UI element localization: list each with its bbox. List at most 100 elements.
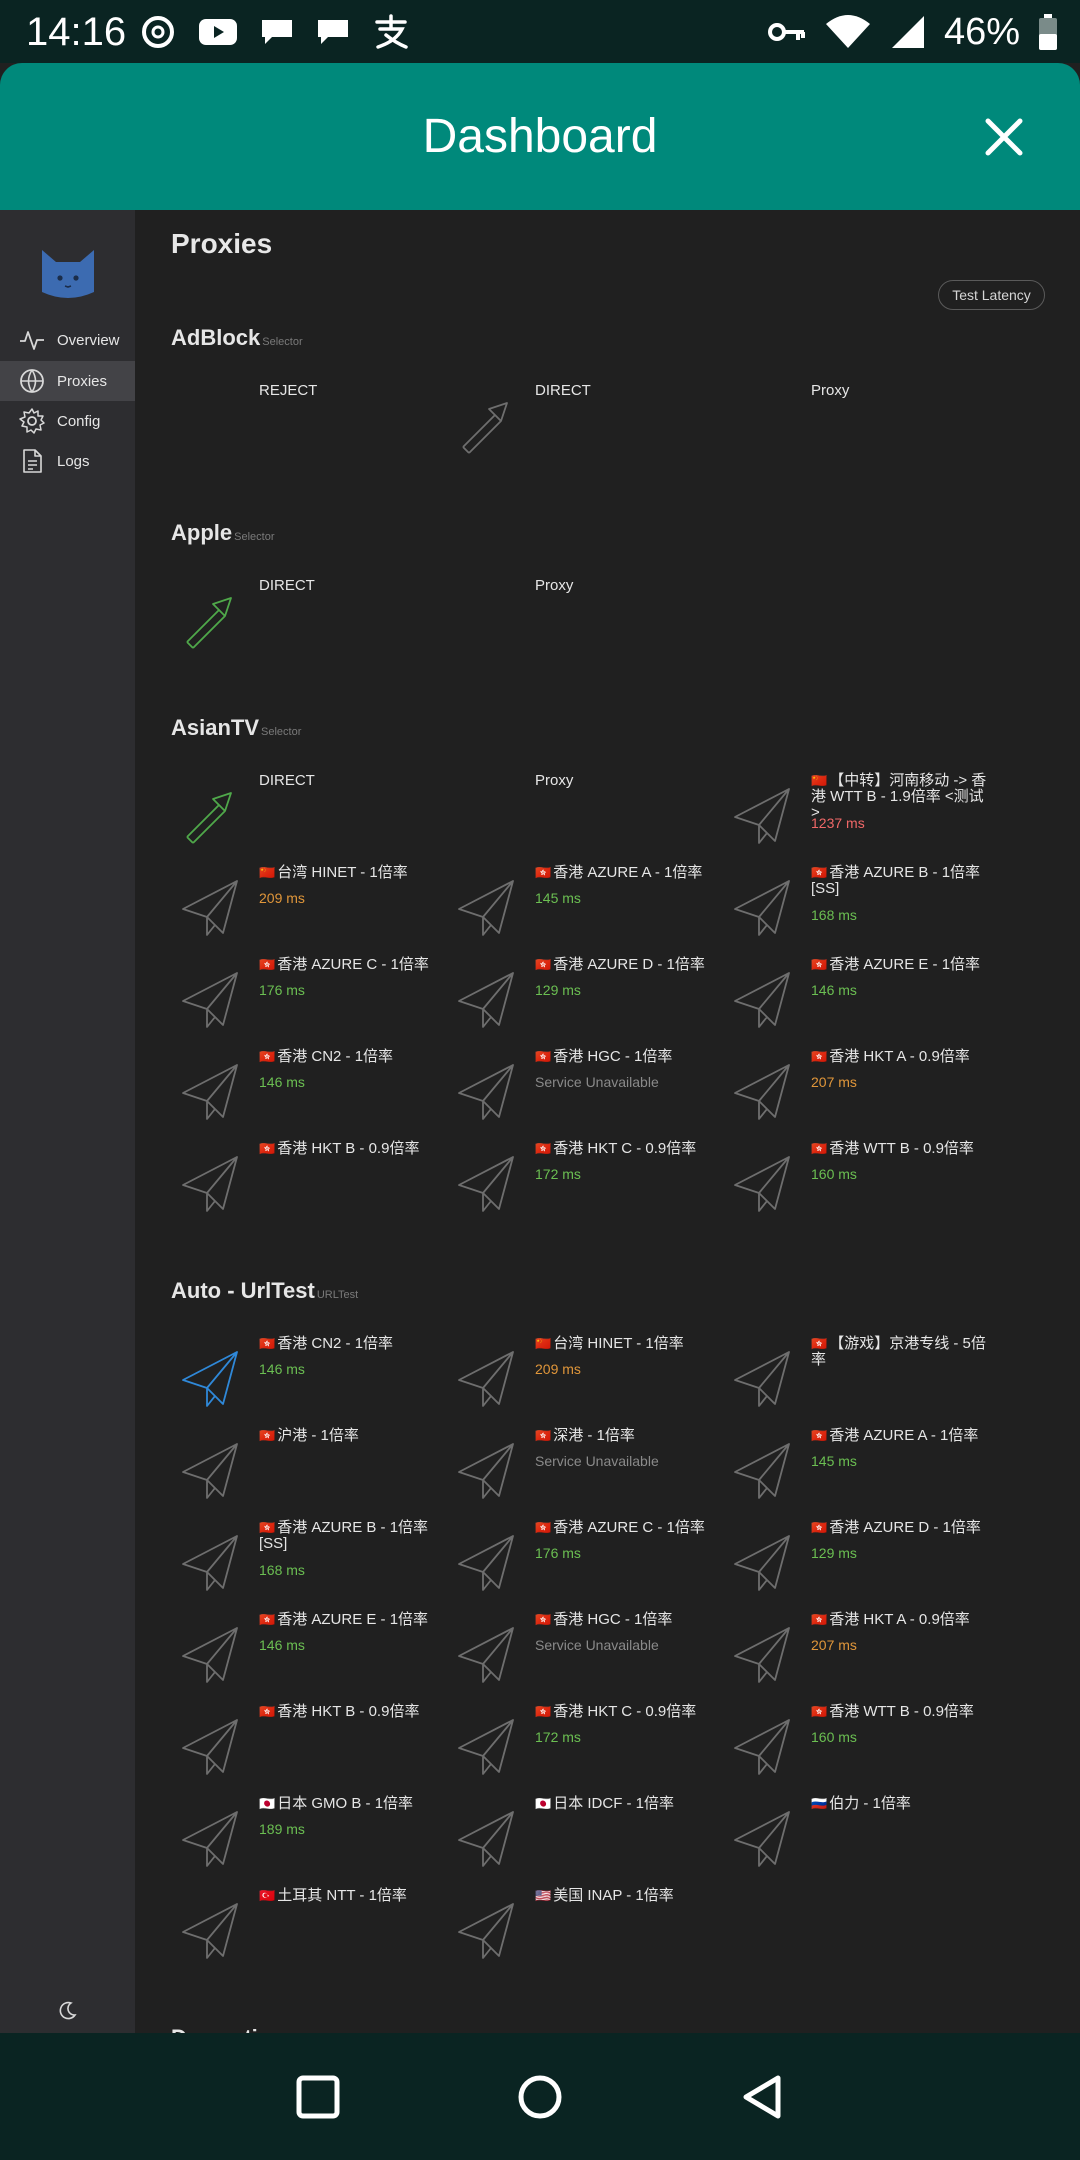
proxy-name: 🇭🇰 香港 AZURE C - 1倍率 [535,1520,715,1536]
proxy-name-text: 香港 AZURE D - 1倍率 [829,1519,981,1536]
proxy-card[interactable]: DIRECT [171,578,446,658]
proxy-card[interactable]: 🇭🇰 香港 AZURE B - 1倍率 [SS] 168 ms [723,865,998,945]
close-icon[interactable] [980,113,1028,161]
paper-plane-icon [182,1719,238,1775]
proxy-name-text: 香港 CN2 - 1倍率 [277,1335,394,1352]
flag-icon: 🇹🇷 [259,1888,276,1903]
proxy-card[interactable]: 🇭🇰 香港 AZURE A - 1倍率 145 ms [447,865,722,945]
proxy-card[interactable]: 🇭🇰 香港 HKT A - 0.9倍率 207 ms [723,1612,998,1692]
proxy-card[interactable]: 🇭🇰 香港 HKT B - 0.9倍率 [171,1141,446,1221]
group-title: Apple Selector [171,520,274,546]
paper-plane-icon [734,1443,790,1499]
group-name: AsianTV [171,715,260,740]
direct-arrow-icon [186,792,232,844]
proxy-card[interactable]: DIRECT [171,773,446,853]
proxy-delay: 209 ms [259,890,305,906]
proxy-card[interactable]: REJECT [171,383,446,463]
proxy-card[interactable]: 🇭🇰 香港 HKT C - 0.9倍率 172 ms [447,1141,722,1221]
flag-icon: 🇭🇰 [259,1704,276,1719]
proxy-card[interactable]: 🇭🇰 香港 AZURE C - 1倍率 176 ms [447,1520,722,1600]
proxy-card[interactable]: 🇨🇳 台湾 HINET - 1倍率 209 ms [171,865,446,945]
proxy-name-text: 香港 HGC - 1倍率 [553,1611,673,1628]
moon-icon[interactable] [56,2000,78,2022]
paper-plane-icon [734,1064,790,1120]
proxy-delay: 176 ms [259,982,305,998]
flag-icon: 🇭🇰 [259,1336,276,1351]
paper-plane-icon [182,1351,238,1407]
flag-icon: 🇨🇳 [811,773,828,788]
proxy-card[interactable]: Proxy [447,578,722,658]
proxy-card[interactable]: 🇨🇳 【中转】河南移动 -> 香港 WTT B - 1.9倍率 <测试> 1237 … [723,773,998,853]
proxy-card[interactable]: Proxy [723,383,998,463]
proxy-delay: 172 ms [535,1729,581,1745]
proxy-card[interactable]: 🇭🇰 香港 CN2 - 1倍率 146 ms [171,1336,446,1416]
back-icon[interactable] [738,2073,786,2121]
proxy-card[interactable]: Proxy [447,773,722,853]
proxy-name-text: 香港 AZURE C - 1倍率 [277,956,429,973]
proxy-card[interactable]: 🇭🇰 香港 HKT A - 0.9倍率 207 ms [723,1049,998,1129]
proxy-name-text: 日本 IDCF - 1倍率 [553,1795,675,1812]
proxy-card[interactable]: DIRECT [447,383,722,463]
group-type: Selector [262,336,303,348]
proxy-card[interactable]: 🇨🇳 台湾 HINET - 1倍率 209 ms [447,1336,722,1416]
proxy-card[interactable]: 🇭🇰 香港 CN2 - 1倍率 146 ms [171,1049,446,1129]
proxy-card[interactable]: 🇭🇰 香港 HKT C - 0.9倍率 172 ms [447,1704,722,1784]
proxy-card[interactable]: 🇭🇰 香港 HGC - 1倍率 Service Unavailable [447,1049,722,1129]
proxy-name-text: Proxy [535,772,574,789]
group-name: AdBlock [171,325,261,350]
proxy-card[interactable]: 🇹🇷 土耳其 NTT - 1倍率 [171,1888,446,1968]
test-latency-button[interactable]: Test Latency [938,280,1045,310]
flag-icon: 🇯🇵 [535,1796,552,1811]
proxy-name-text: REJECT [259,382,318,399]
proxy-name: 🇭🇰 香港 HKT B - 0.9倍率 [259,1141,439,1157]
sidebar-item-config[interactable]: Config [0,401,135,441]
flag-icon: 🇭🇰 [259,1141,276,1156]
paper-plane-icon [458,1351,514,1407]
proxy-card[interactable]: 🇭🇰 香港 WTT B - 0.9倍率 160 ms [723,1141,998,1221]
paper-plane-icon [734,788,790,844]
proxy-name: DIRECT [535,383,715,399]
proxy-name: Proxy [535,578,715,594]
proxy-card[interactable]: 🇭🇰 香港 WTT B - 0.9倍率 160 ms [723,1704,998,1784]
proxy-card[interactable]: 🇯🇵 日本 IDCF - 1倍率 [447,1796,722,1876]
proxy-card[interactable]: 🇭🇰 沪港 - 1倍率 [171,1428,446,1508]
proxy-card[interactable]: 🇭🇰 香港 AZURE E - 1倍率 146 ms [171,1612,446,1692]
proxy-card[interactable]: 🇭🇰 深港 - 1倍率 Service Unavailable [447,1428,722,1508]
proxy-name: Proxy [535,773,715,789]
flag-icon: 🇭🇰 [811,1704,828,1719]
globe-icon [20,369,44,393]
paper-plane-icon [734,880,790,936]
recents-icon[interactable] [294,2073,342,2121]
proxy-delay: 160 ms [811,1166,857,1182]
proxy-card[interactable]: 🇯🇵 日本 GMO B - 1倍率 189 ms [171,1796,446,1876]
sidebar-item-overview[interactable]: Overview [0,320,135,360]
home-icon[interactable] [516,2073,564,2121]
proxy-card[interactable]: 🇭🇰 香港 AZURE E - 1倍率 146 ms [723,957,998,1037]
proxy-card[interactable]: 🇭🇰 香港 HGC - 1倍率 Service Unavailable [447,1612,722,1692]
proxy-card[interactable]: 🇭🇰 香港 AZURE A - 1倍率 145 ms [723,1428,998,1508]
proxy-name-text: 香港 AZURE A - 1倍率 [553,864,703,881]
proxy-card[interactable]: 🇭🇰 香港 AZURE D - 1倍率 129 ms [723,1520,998,1600]
proxy-card[interactable]: 🇭🇰 香港 AZURE D - 1倍率 129 ms [447,957,722,1037]
flag-icon: 🇭🇰 [811,865,828,880]
proxy-card[interactable]: 🇭🇰 香港 AZURE C - 1倍率 176 ms [171,957,446,1037]
proxy-card[interactable]: 🇷🇺 伯力 - 1倍率 [723,1796,998,1876]
proxy-card[interactable]: 🇭🇰 【游戏】京港专线 - 5倍率 [723,1336,998,1416]
proxy-name-text: 香港 HKT A - 0.9倍率 [829,1611,970,1628]
sidebar-item-proxies[interactable]: Proxies [0,361,135,401]
proxy-name-text: Proxy [535,577,574,594]
flag-icon: 🇭🇰 [811,1049,828,1064]
proxy-name-text: 香港 AZURE B - 1倍率 [SS] [811,864,981,897]
system-nav-bar [0,2033,1080,2160]
flag-icon: 🇭🇰 [811,1520,828,1535]
group-name: Auto - UrlTest [171,1278,315,1303]
document-icon [23,449,42,473]
sidebar-item-logs[interactable]: Logs [0,441,135,481]
proxy-name: DIRECT [259,773,439,789]
proxy-card[interactable]: 🇺🇸 美国 INAP - 1倍率 [447,1888,722,1968]
proxy-card[interactable]: 🇭🇰 香港 AZURE B - 1倍率 [SS] 168 ms [171,1520,446,1600]
proxy-delay: 176 ms [535,1545,581,1561]
proxy-card[interactable]: 🇭🇰 香港 HKT B - 0.9倍率 [171,1704,446,1784]
proxy-name: 🇭🇰 香港 HKT C - 0.9倍率 [535,1704,715,1720]
flag-icon: 🇭🇰 [259,957,276,972]
